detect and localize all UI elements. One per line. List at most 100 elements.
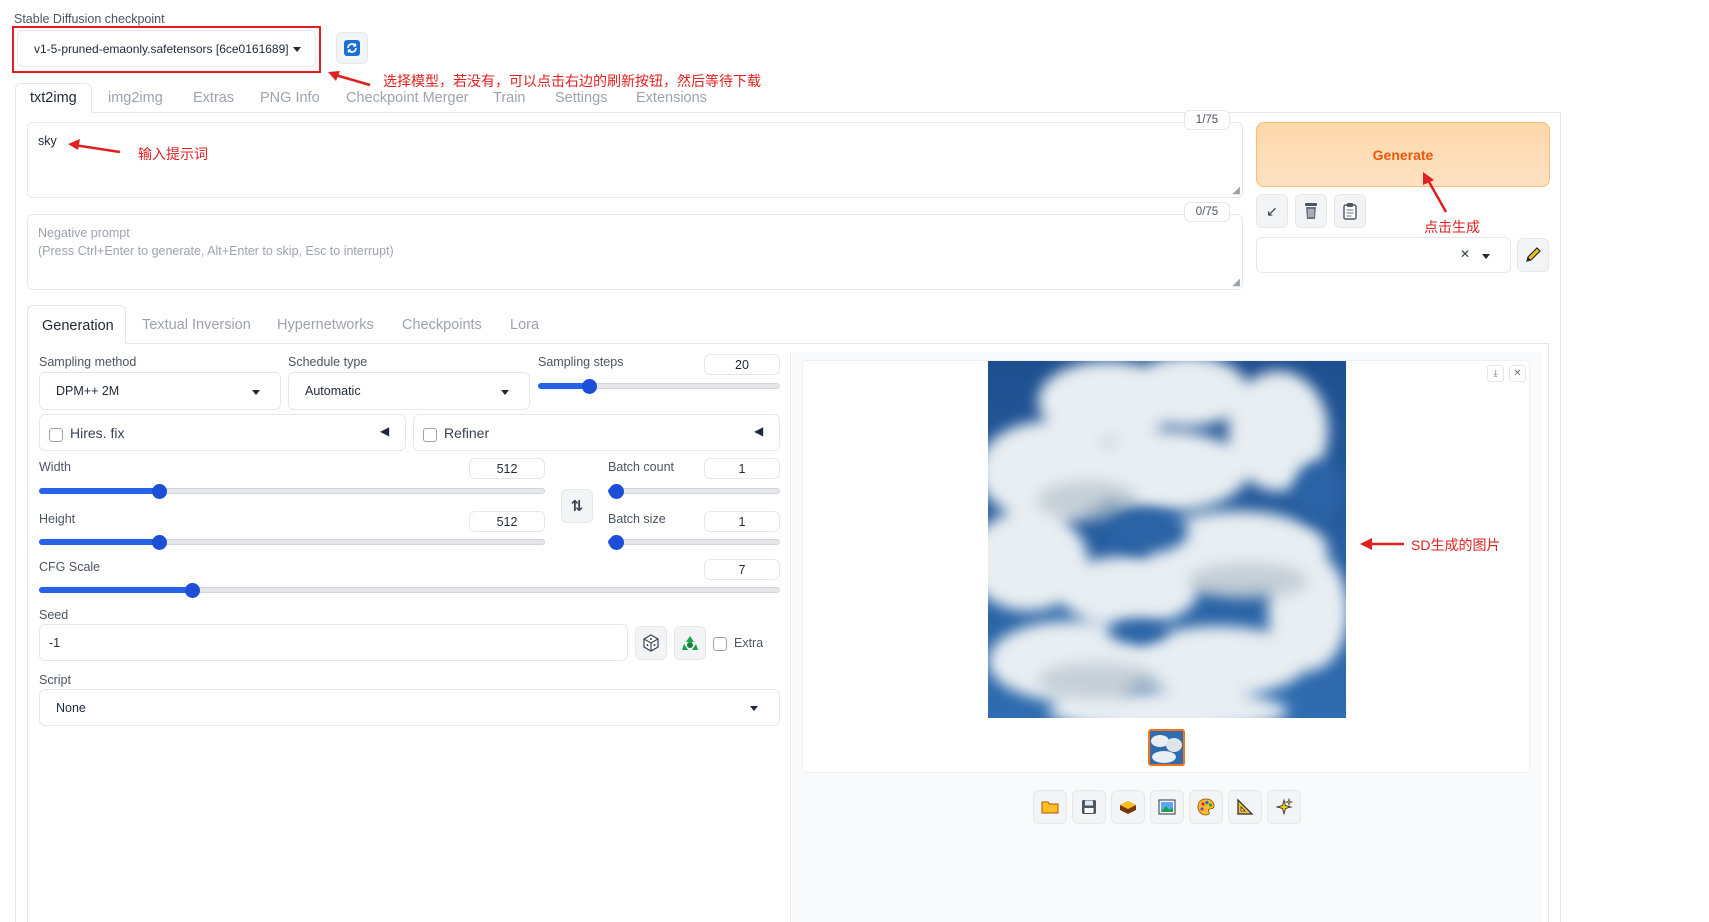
clear-icon[interactable]: ✕ bbox=[1460, 247, 1470, 261]
tab-train[interactable]: Train bbox=[493, 90, 526, 106]
save-button[interactable] bbox=[1072, 790, 1106, 824]
gen-border-left bbox=[27, 343, 28, 922]
tab-lora[interactable]: Lora bbox=[510, 317, 539, 333]
tab-generation[interactable]: Generation bbox=[27, 305, 126, 344]
random-seed-button[interactable] bbox=[635, 626, 667, 660]
negative-prompt-textarea[interactable]: Negative prompt (Press Ctrl+Enter to gen… bbox=[27, 214, 1243, 290]
slider-fill bbox=[39, 539, 159, 545]
resize-handle-icon[interactable]: ◢ bbox=[1232, 185, 1240, 196]
clear-prompt-button[interactable] bbox=[1295, 194, 1327, 228]
hires-fix-checkbox[interactable] bbox=[49, 428, 63, 442]
sampling-method-dropdown[interactable]: DPM++ 2M bbox=[39, 372, 281, 410]
close-icon[interactable]: ✕ bbox=[1509, 365, 1526, 382]
tab-extensions[interactable]: Extensions bbox=[636, 90, 707, 106]
open-folder-button[interactable] bbox=[1033, 790, 1067, 824]
send-to-inpaint-button[interactable] bbox=[1189, 790, 1223, 824]
extra-seed-checkbox[interactable] bbox=[713, 637, 727, 651]
seed-label: Seed bbox=[39, 608, 69, 622]
height-input[interactable]: 512 bbox=[469, 511, 545, 532]
batch-count-slider[interactable] bbox=[608, 484, 780, 499]
prompt-textarea[interactable]: sky ◢ bbox=[27, 122, 1243, 198]
refresh-icon bbox=[344, 40, 360, 56]
tab-settings[interactable]: Settings bbox=[555, 90, 607, 106]
tab-checkpoints[interactable]: Checkpoints bbox=[402, 317, 482, 333]
tab-generation-label: Generation bbox=[42, 318, 114, 334]
tab-textual-inversion[interactable]: Textual Inversion bbox=[142, 317, 251, 333]
annotation-arrow-prompt bbox=[68, 139, 121, 154]
gen-border-right bbox=[1548, 343, 1549, 922]
styles-dropdown[interactable]: ✕ bbox=[1256, 237, 1511, 273]
refresh-checkpoint-button[interactable] bbox=[336, 32, 368, 64]
swap-dimensions-button[interactable]: ⇅ bbox=[561, 489, 593, 523]
collapse-triangle-icon[interactable]: ◀ bbox=[754, 424, 763, 438]
checkpoint-label: Stable Diffusion checkpoint bbox=[14, 12, 165, 26]
slider-fill bbox=[39, 587, 192, 593]
seed-value: -1 bbox=[49, 636, 61, 650]
cfg-scale-slider[interactable] bbox=[39, 583, 780, 598]
tab-img2img[interactable]: img2img bbox=[108, 90, 163, 106]
gallery-thumbnail[interactable] bbox=[1148, 729, 1185, 766]
sampling-steps-label: Sampling steps bbox=[538, 355, 624, 369]
batch-size-input[interactable]: 1 bbox=[704, 511, 780, 532]
tab-checkpoint-merger[interactable]: Checkpoint Merger bbox=[346, 90, 469, 106]
prompt-text: sky bbox=[38, 134, 57, 148]
sampling-steps-input[interactable]: 20 bbox=[704, 354, 780, 375]
script-label: Script bbox=[39, 673, 71, 687]
refiner-accordion[interactable]: Refiner ◀ bbox=[413, 414, 780, 451]
recycle-icon bbox=[682, 636, 698, 650]
negative-prompt-hint: (Press Ctrl+Enter to generate, Alt+Enter… bbox=[38, 244, 394, 258]
apply-styles-button[interactable] bbox=[1334, 194, 1366, 228]
collapse-triangle-icon[interactable]: ◀ bbox=[380, 424, 389, 438]
download-icon[interactable]: ⤓ bbox=[1487, 365, 1504, 382]
slider-handle[interactable] bbox=[582, 379, 597, 394]
checkpoint-dropdown[interactable]: v1-5-pruned-emaonly.safetensors [6ce0161… bbox=[17, 30, 316, 67]
width-slider[interactable] bbox=[39, 484, 545, 499]
thumbnail-image bbox=[1150, 731, 1183, 764]
width-input[interactable]: 512 bbox=[469, 458, 545, 479]
checkpoint-value: v1-5-pruned-emaonly.safetensors [6ce0161… bbox=[34, 41, 289, 56]
zip-archive-icon bbox=[1120, 801, 1136, 814]
sampling-method-label: Sampling method bbox=[39, 355, 137, 369]
slider-handle[interactable] bbox=[152, 484, 167, 499]
resize-handle-icon[interactable]: ◢ bbox=[1232, 277, 1240, 288]
sparkles-icon bbox=[1275, 798, 1293, 816]
hires-fix-accordion[interactable]: Hires. fix ◀ bbox=[39, 414, 406, 451]
refiner-checkbox[interactable] bbox=[423, 428, 437, 442]
send-to-img2img-button[interactable] bbox=[1150, 790, 1184, 824]
edit-styles-button[interactable] bbox=[1517, 238, 1549, 272]
sampling-steps-slider[interactable] bbox=[538, 379, 780, 394]
reuse-seed-button[interactable] bbox=[674, 626, 706, 660]
batch-size-slider[interactable] bbox=[608, 535, 780, 550]
slider-handle[interactable] bbox=[185, 583, 200, 598]
tab-txt2img[interactable]: txt2img bbox=[15, 83, 92, 113]
annotation-input-prompt: 输入提示词 bbox=[138, 146, 208, 162]
schedule-type-label: Schedule type bbox=[288, 355, 368, 369]
slider-handle[interactable] bbox=[609, 484, 624, 499]
chevron-down-icon bbox=[293, 47, 301, 52]
swap-arrows-icon: ⇅ bbox=[570, 498, 584, 515]
extra-seed-label: Extra bbox=[734, 636, 764, 650]
height-slider[interactable] bbox=[39, 535, 545, 550]
read-params-button[interactable]: ↙ bbox=[1256, 194, 1288, 228]
width-label: Width bbox=[39, 460, 71, 474]
slider-handle[interactable] bbox=[152, 535, 167, 550]
tab-hypernetworks[interactable]: Hypernetworks bbox=[277, 317, 374, 333]
cfg-scale-input[interactable]: 7 bbox=[704, 559, 780, 580]
tab-png-info[interactable]: PNG Info bbox=[260, 90, 320, 106]
seed-input[interactable]: -1 bbox=[39, 624, 628, 661]
tab-txt2img-label: txt2img bbox=[30, 90, 77, 106]
script-dropdown[interactable]: None bbox=[39, 689, 780, 726]
schedule-type-dropdown[interactable]: Automatic bbox=[288, 372, 530, 410]
slider-handle[interactable] bbox=[609, 535, 624, 550]
upscale-button[interactable] bbox=[1267, 790, 1301, 824]
output-divider bbox=[790, 352, 791, 922]
refiner-label: Refiner bbox=[444, 425, 490, 441]
save-zip-button[interactable] bbox=[1111, 790, 1145, 824]
batch-count-input[interactable]: 1 bbox=[704, 458, 780, 479]
generated-image[interactable] bbox=[988, 361, 1346, 718]
send-to-extras-button[interactable] bbox=[1228, 790, 1262, 824]
prompt-token-counter: 1/75 bbox=[1184, 110, 1230, 130]
dice-icon bbox=[643, 634, 659, 652]
generate-button[interactable]: Generate bbox=[1256, 122, 1550, 187]
tab-extras[interactable]: Extras bbox=[193, 90, 234, 106]
